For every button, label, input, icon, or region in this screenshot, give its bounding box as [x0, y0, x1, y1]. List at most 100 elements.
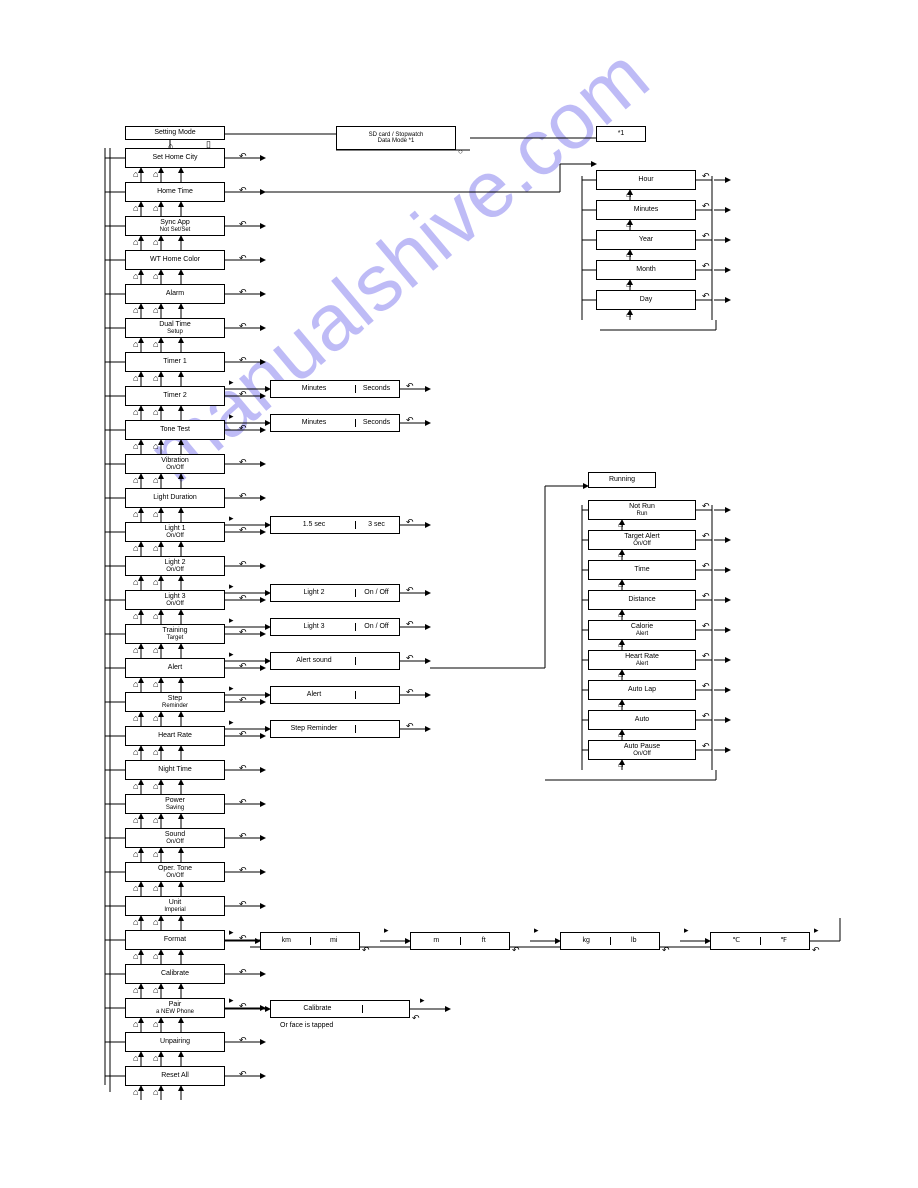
return-icon: ↶ — [406, 688, 414, 697]
colA-item-2: Sync AppNot Set/Set — [125, 216, 225, 236]
home-icon: ⌂ — [153, 374, 158, 383]
header-setting-mode: Setting Mode — [125, 126, 225, 140]
sideTop-item-1: Minutes — [596, 200, 696, 220]
sideTop-item-4: Day — [596, 290, 696, 310]
home-icon: ⌂ — [618, 700, 623, 709]
header-right-label: *1 — [618, 130, 625, 137]
return-icon: ↶ — [239, 628, 247, 637]
colA-item-8: Tone Test — [125, 420, 225, 440]
home-icon: ⌂ — [133, 1020, 138, 1029]
home-icon: ⌂ — [626, 280, 631, 289]
sideMid-item-3: Distance — [588, 590, 696, 610]
home-icon: ⌂ — [626, 250, 631, 259]
home-icon: ⌂ — [153, 578, 158, 587]
return-icon: ↶ — [239, 186, 247, 195]
sideMid-item-4: CalorieAlert — [588, 620, 696, 640]
return-icon: ↶ — [406, 620, 414, 629]
colA-item-11: Light 1On/Off — [125, 522, 225, 542]
home-icon: ⌂ — [618, 760, 623, 769]
card-icon: ▯ — [206, 140, 211, 149]
home-icon: ⌂ — [153, 272, 158, 281]
colA-item-6: Timer 1 — [125, 352, 225, 372]
return-icon: ↶ — [412, 1014, 420, 1023]
return-icon: ↶ — [406, 382, 414, 391]
colA-item-1: Home Time — [125, 182, 225, 202]
colA-item-0: Set Home City — [125, 148, 225, 168]
colA-item-25: Paira NEW Phone — [125, 998, 225, 1018]
home-icon: ⌂ — [133, 476, 138, 485]
diagram-page: manualshive.com Setting Mode SD card — [0, 0, 918, 1188]
home-icon: ⌂ — [626, 190, 631, 199]
return-icon: ↶ — [239, 322, 247, 331]
home-icon: ⌂ — [133, 748, 138, 757]
return-icon: ↶ — [406, 416, 414, 425]
play-icon: ▸ — [229, 514, 234, 523]
play-icon: ▸ — [420, 996, 425, 1005]
return-icon: ↶ — [239, 730, 247, 739]
side-mid-header-label: Running — [609, 476, 635, 483]
return-icon: ↶ — [239, 1036, 247, 1045]
return-icon: ↶ — [702, 682, 710, 691]
return-icon: ↶ — [702, 592, 710, 601]
home-icon: ⌂ — [133, 850, 138, 859]
side-mid-header: Running — [588, 472, 656, 488]
home-icon: ⌂ — [153, 1088, 158, 1097]
return-icon: ↶ — [239, 1070, 247, 1079]
colA-item-15: Alert — [125, 658, 225, 678]
sideMid-item-8: Auto PauseOn/Off — [588, 740, 696, 760]
home-icon: ⌂ — [153, 442, 158, 451]
home-icon: ⌂ — [153, 816, 158, 825]
home-icon: ⌂ — [133, 204, 138, 213]
return-icon: ↶ — [362, 946, 370, 955]
return-icon: ↶ — [702, 712, 710, 721]
colA-item-7: Timer 2 — [125, 386, 225, 406]
return-icon: ↶ — [702, 262, 710, 271]
home-icon: ⌂ — [133, 816, 138, 825]
play-icon: ▸ — [229, 412, 234, 421]
return-icon: ↶ — [239, 900, 247, 909]
home-icon: ⌂ — [618, 730, 623, 739]
return-icon: ↶ — [406, 586, 414, 595]
play-icon: ▸ — [229, 996, 234, 1005]
return-icon: ↶ — [239, 254, 247, 263]
play-icon: ▸ — [229, 718, 234, 727]
colA-mid-15: Alert sound — [270, 652, 400, 670]
colA-item-17: Heart Rate — [125, 726, 225, 746]
return-icon: ↶ — [239, 220, 247, 229]
play-icon: ▸ — [534, 926, 539, 935]
colA-item-14: TrainingTarget — [125, 624, 225, 644]
asterisk-marker: ○ — [458, 148, 463, 156]
home-icon: ⌂ — [133, 918, 138, 927]
home-icon: ⌂ — [133, 170, 138, 179]
return-icon: ↶ — [239, 526, 247, 535]
return-icon: ↶ — [239, 424, 247, 433]
sideMid-item-0: Not RunRun — [588, 500, 696, 520]
return-icon: ↶ — [239, 832, 247, 841]
home-icon: ⌂ — [618, 550, 623, 559]
home-icon: ⌂ — [133, 884, 138, 893]
home-icon: ⌂ — [153, 884, 158, 893]
home-icon: ⌂ — [133, 442, 138, 451]
play-icon: ▸ — [229, 378, 234, 387]
colA-item-27: Reset All — [125, 1066, 225, 1086]
home-icon: ⌂ — [618, 580, 623, 589]
play-icon: ▸ — [229, 928, 234, 937]
home-icon: ⌂ — [133, 952, 138, 961]
return-icon: ↶ — [239, 934, 247, 943]
play-icon: ▸ — [229, 684, 234, 693]
return-icon: ↶ — [239, 492, 247, 501]
colA-item-16: StepReminder — [125, 692, 225, 712]
home-icon: ⌂ — [168, 142, 173, 151]
return-icon: ↶ — [702, 532, 710, 541]
header-mode-center-line2: Data Mode *1 — [369, 138, 424, 144]
return-icon: ↶ — [239, 152, 247, 161]
play-icon: ▸ — [229, 650, 234, 659]
home-icon: ⌂ — [153, 714, 158, 723]
home-icon: ⌂ — [153, 782, 158, 791]
return-icon: ↶ — [702, 202, 710, 211]
return-icon: ↶ — [662, 946, 670, 955]
return-icon: ↶ — [239, 594, 247, 603]
return-icon: ↶ — [702, 562, 710, 571]
home-icon: ⌂ — [133, 680, 138, 689]
return-icon: ↶ — [239, 662, 247, 671]
